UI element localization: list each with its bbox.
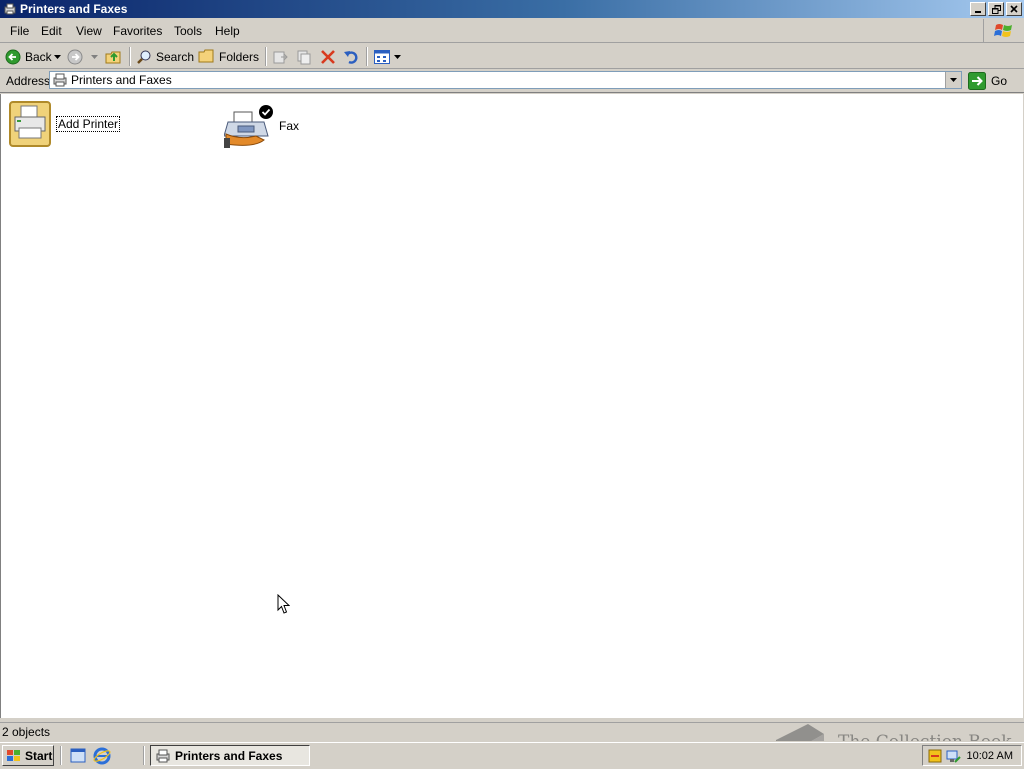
go-button[interactable]: Go — [968, 71, 1007, 91]
back-label: Back — [25, 49, 52, 64]
move-to-button[interactable] — [272, 47, 288, 66]
go-label: Go — [991, 74, 1008, 88]
internet-explorer-icon[interactable] — [93, 747, 111, 765]
search-button[interactable]: Search — [136, 47, 194, 66]
delete-button[interactable] — [320, 47, 336, 66]
window-title: Printers and Faxes — [20, 2, 128, 16]
copy-to-icon — [297, 50, 311, 64]
start-button[interactable]: Start — [2, 745, 54, 766]
forward-arrow-icon — [67, 49, 83, 64]
chevron-down-icon — [54, 54, 61, 59]
back-dropdown-button[interactable] — [54, 47, 61, 66]
minimize-button[interactable] — [970, 2, 986, 16]
standard-toolbar: Back Search Folders — [0, 44, 1024, 69]
folders-icon — [198, 49, 214, 63]
address-input[interactable]: Printers and Faxes — [49, 71, 962, 89]
undo-button[interactable] — [343, 47, 359, 66]
printers-folder-icon — [156, 749, 170, 762]
status-bar: 2 objects — [0, 722, 1024, 741]
up-folder-icon — [105, 51, 121, 63]
chevron-down-icon — [394, 54, 401, 59]
restore-button[interactable] — [988, 2, 1004, 16]
windows-flag-icon — [994, 23, 1012, 37]
menu-edit[interactable]: Edit — [41, 24, 62, 38]
taskbar-button-label: Printers and Faxes — [175, 748, 283, 763]
menu-view[interactable]: View — [76, 24, 102, 38]
system-tray: 10:02 AM — [922, 745, 1022, 766]
copy-to-button[interactable] — [296, 47, 312, 66]
clock: 10:02 AM — [966, 750, 1013, 762]
address-label: Address — [6, 74, 51, 88]
folders-button[interactable]: Folders — [198, 47, 259, 66]
chevron-down-icon — [91, 54, 98, 59]
move-to-icon — [273, 51, 288, 63]
tray-network-icon[interactable] — [945, 748, 961, 764]
close-icon — [1010, 5, 1018, 13]
forward-dropdown-button[interactable] — [91, 47, 98, 66]
fax-item[interactable]: Fax — [224, 104, 299, 148]
restore-icon — [991, 4, 1001, 14]
windows-flag-icon — [7, 749, 20, 761]
fax-label: Fax — [279, 119, 300, 133]
menu-bar: File Edit View Favorites Tools Help — [0, 19, 1024, 43]
start-label: Start — [25, 748, 53, 763]
menu-file[interactable]: File — [10, 24, 29, 38]
folders-label: Folders — [219, 49, 260, 64]
delete-icon — [321, 49, 335, 64]
mouse-pointer-icon — [277, 594, 290, 614]
address-bar: Address Printers and Faxes Go — [0, 69, 1024, 93]
status-text: 2 objects — [2, 725, 51, 739]
chevron-down-icon — [950, 78, 957, 82]
up-folder-button[interactable] — [105, 47, 123, 66]
views-icon — [374, 49, 390, 64]
close-button[interactable] — [1006, 2, 1022, 16]
printers-folder-icon — [4, 3, 16, 15]
taskbar-button-printers-and-faxes[interactable]: Printers and Faxes — [150, 745, 310, 766]
address-value: Printers and Faxes — [71, 73, 172, 87]
menu-favorites[interactable]: Favorites — [113, 24, 162, 38]
windows-logo — [983, 19, 1024, 42]
minimize-icon — [975, 11, 981, 13]
search-icon — [137, 50, 151, 64]
undo-icon — [344, 50, 358, 64]
search-label: Search — [156, 49, 195, 64]
add-printer-icon — [9, 101, 51, 147]
address-dropdown-button[interactable] — [945, 72, 961, 88]
fax-icon — [224, 105, 273, 148]
taskbar: Start Printers and Faxes 10:02 AM — [0, 742, 1024, 769]
go-arrow-icon — [968, 72, 986, 90]
add-printer-label: Add Printer — [55, 116, 121, 132]
back-arrow-icon — [5, 49, 21, 64]
tray-security-icon[interactable] — [927, 748, 943, 764]
forward-button[interactable] — [67, 47, 83, 66]
menu-tools[interactable]: Tools — [174, 24, 202, 38]
add-printer-item[interactable]: Add Printer — [8, 100, 121, 148]
folder-content-pane[interactable]: Add Printer Fax — [0, 94, 1023, 718]
views-button[interactable] — [374, 47, 401, 66]
printers-folder-icon — [53, 73, 67, 87]
show-desktop-icon[interactable] — [69, 747, 87, 765]
back-button[interactable]: Back — [5, 47, 52, 66]
title-bar[interactable]: Printers and Faxes — [0, 0, 1024, 18]
menu-help[interactable]: Help — [215, 24, 240, 38]
